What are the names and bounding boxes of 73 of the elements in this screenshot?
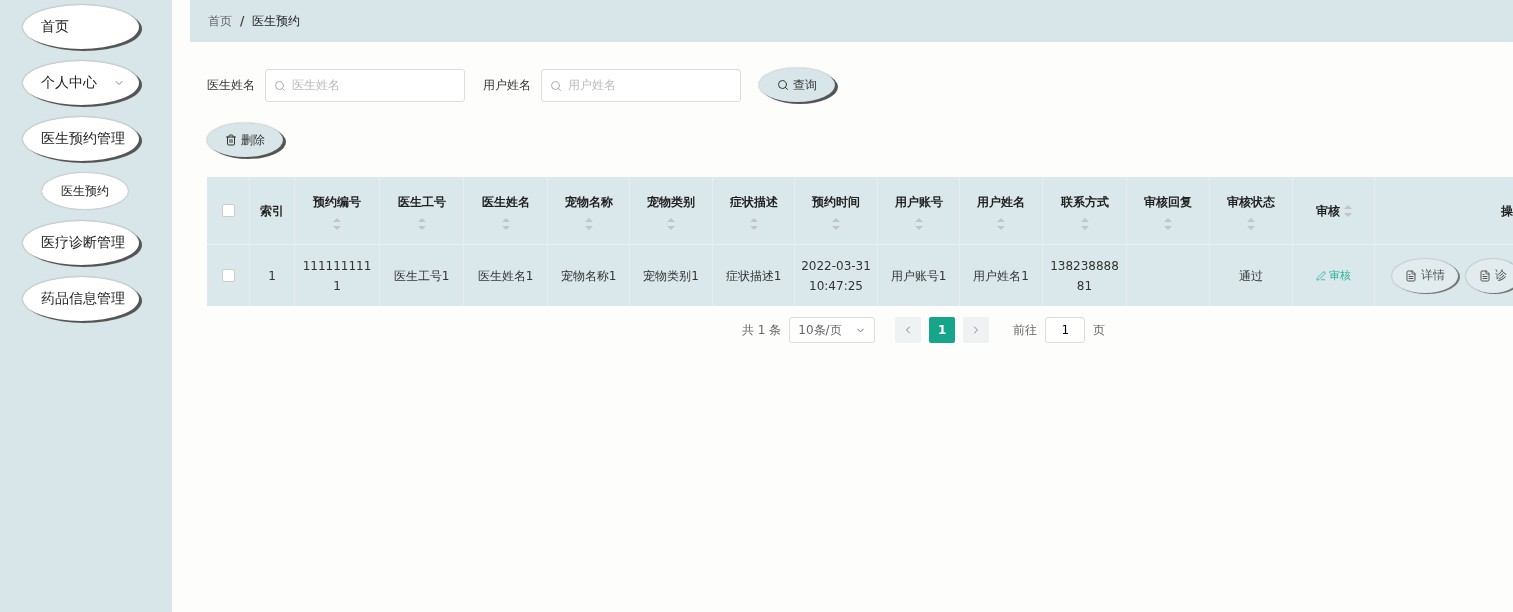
next-page-button[interactable] (963, 317, 990, 343)
table-cell-text: 宠物名称1 (560, 267, 617, 285)
sort-icon[interactable] (997, 217, 1005, 230)
document-icon (1479, 269, 1491, 282)
column-header: 审核状态 (1227, 193, 1275, 211)
table-cell-text: 1111111111 (301, 257, 373, 295)
table-cell-text: 医生姓名1 (477, 267, 534, 285)
menu-item[interactable]: 医生预约管理 (23, 117, 139, 161)
search-button[interactable]: 查询 (759, 68, 835, 102)
field-label: 用户姓名 (483, 76, 531, 94)
column-header: 症状描述 (729, 193, 778, 211)
column-header: 用户账号 (894, 193, 943, 211)
breadcrumb-separator: / (240, 14, 245, 28)
table-cell-text: 用户姓名1 (973, 267, 1029, 285)
menu-item[interactable]: 医疗诊断管理 (23, 221, 139, 265)
page-suffix: 页 (1093, 321, 1106, 339)
sort-icon[interactable] (1164, 217, 1172, 230)
sort-icon[interactable] (667, 217, 675, 230)
table-cell-text: 13823888881 (1049, 257, 1120, 295)
sort-icon[interactable] (1080, 217, 1089, 230)
sort-icon[interactable] (749, 217, 758, 230)
table-cell-text: 2022-03-31 10:47:25 (801, 257, 871, 295)
sort-icon[interactable] (333, 217, 341, 230)
sort-icon[interactable] (501, 217, 510, 230)
sort-icon[interactable] (417, 217, 426, 230)
trash-icon (225, 134, 237, 146)
pen-icon (1316, 270, 1326, 281)
column-header: 审核 (1315, 202, 1340, 220)
total-count: 共 1 条 (742, 321, 782, 339)
delete-button[interactable]: 删除 (207, 123, 283, 157)
sort-icon[interactable] (914, 217, 923, 230)
breadcrumb-link[interactable]: 医生预约 (252, 12, 301, 30)
column-header: 医生姓名 (481, 193, 530, 211)
sort-icon[interactable] (1247, 217, 1255, 230)
column-header: 联系方式 (1060, 193, 1109, 211)
menu-item[interactable]: 首页 (23, 5, 139, 49)
table-cell-text: 宠物类别1 (643, 267, 699, 285)
column-header: 操 (1501, 202, 1513, 220)
sort-icon[interactable] (584, 217, 593, 230)
column-header: 医生工号 (397, 193, 446, 211)
table-cell-text: 1 (268, 267, 276, 285)
column-header: 预约时间 (812, 193, 860, 211)
search-field[interactable]: 用户姓名 (541, 68, 741, 102)
search-field[interactable]: 医生姓名 (265, 68, 465, 102)
table-cell-text: 症状描述1 (725, 267, 782, 285)
submenu-item[interactable]: 医生预约 (42, 173, 128, 209)
search-icon (777, 79, 789, 91)
column-header: 用户姓名 (977, 193, 1025, 211)
sort-icon[interactable] (832, 217, 840, 230)
goto-label: 前往 (1013, 321, 1038, 339)
prev-page-button[interactable] (895, 317, 922, 343)
table-cell-text: 用户账号1 (890, 267, 947, 285)
menu-item[interactable]: 药品信息管理 (23, 277, 139, 321)
field-label: 医生姓名 (207, 76, 255, 94)
column-header: 预约编号 (313, 193, 361, 211)
table-cell-text: 通过 (1239, 267, 1263, 285)
page-size-select[interactable]: 10条/页 (789, 317, 876, 343)
checkbox[interactable] (221, 269, 235, 282)
document-icon (1405, 269, 1417, 282)
checkbox[interactable] (221, 204, 235, 217)
menu-item[interactable]: 个人中心 (23, 61, 139, 105)
column-header: 宠物名称 (564, 193, 613, 211)
breadcrumb-link[interactable]: 首页 (208, 12, 232, 30)
column-header: 审核回复 (1144, 193, 1192, 211)
goto-page-field[interactable]: 1 (1045, 317, 1086, 343)
search-icon (274, 79, 286, 92)
action-button[interactable]: 详情 (1392, 258, 1458, 293)
column-header: 索引 (260, 202, 284, 220)
action-button[interactable]: 诊 (1466, 258, 1513, 293)
table-cell-text: 医生工号1 (393, 267, 450, 285)
search-icon (550, 79, 562, 92)
sort-icon[interactable] (1343, 204, 1352, 217)
column-header: 宠物类别 (647, 193, 695, 211)
